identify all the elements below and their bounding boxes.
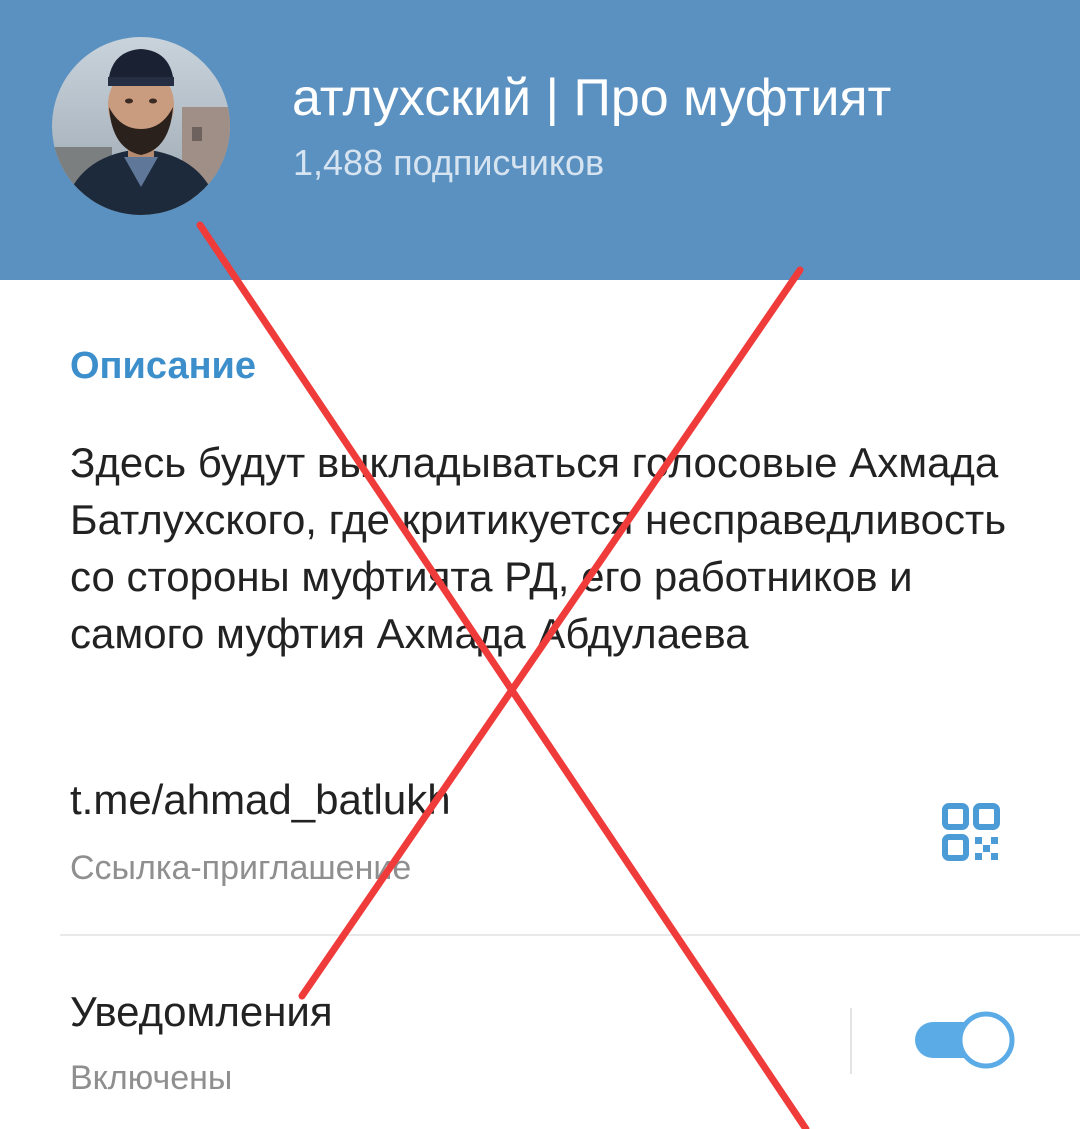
notifications-label: Уведомления xyxy=(70,988,333,1035)
notifications-status: Включены xyxy=(70,1059,233,1097)
toggle-switch-icon xyxy=(915,1011,1015,1069)
subscriber-count: 1,488 подписчиков xyxy=(293,142,605,183)
section-divider xyxy=(60,934,1080,936)
invite-link[interactable]: t.me/ahmad_batlukh xyxy=(70,772,451,828)
qr-code-icon xyxy=(942,803,1000,861)
channel-header: атлухский | Про муфтият 1,488 подписчико… xyxy=(0,0,1080,280)
description-heading: Описание xyxy=(70,345,257,387)
notifications-toggle[interactable] xyxy=(912,1009,1018,1071)
toggle-separator xyxy=(850,1008,852,1074)
avatar-photo xyxy=(52,37,230,215)
channel-title: атлухский | Про муфтият xyxy=(292,69,892,127)
qr-code-button[interactable] xyxy=(940,802,1002,864)
channel-avatar[interactable] xyxy=(52,37,230,215)
channel-description: Здесь будут выкладываться голосовые Ахма… xyxy=(70,439,1007,657)
invite-link-caption: Ссылка-приглашение xyxy=(70,849,412,887)
